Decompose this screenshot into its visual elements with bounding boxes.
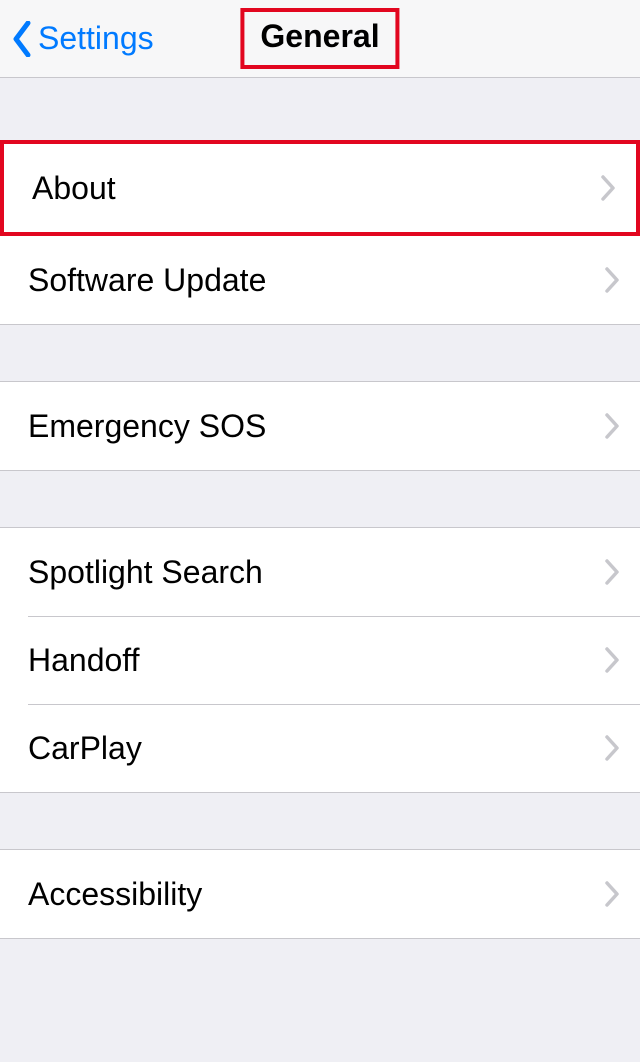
list-group: Spotlight Search Handoff CarPlay <box>0 527 640 793</box>
back-label: Settings <box>38 20 154 57</box>
row-about[interactable]: About <box>4 144 636 232</box>
row-spotlight-search[interactable]: Spotlight Search <box>0 528 640 616</box>
spacer <box>0 78 640 140</box>
row-carplay[interactable]: CarPlay <box>0 704 640 792</box>
chevron-right-icon <box>604 559 620 585</box>
row-label: Handoff <box>28 642 140 679</box>
row-label: Emergency SOS <box>28 408 266 445</box>
chevron-right-icon <box>600 175 616 201</box>
chevron-right-icon <box>604 647 620 673</box>
row-accessibility[interactable]: Accessibility <box>0 850 640 938</box>
row-highlight-about: About <box>0 140 640 236</box>
row-label: About <box>32 170 116 207</box>
row-handoff[interactable]: Handoff <box>0 616 640 704</box>
back-button[interactable]: Settings <box>0 20 154 57</box>
list-group: Software Update <box>0 236 640 325</box>
navbar: Settings General <box>0 0 640 78</box>
chevron-left-icon <box>12 21 32 57</box>
list-group: Emergency SOS <box>0 381 640 471</box>
row-software-update[interactable]: Software Update <box>0 236 640 324</box>
page-title: General <box>260 18 379 54</box>
row-label: Accessibility <box>28 876 202 913</box>
chevron-right-icon <box>604 881 620 907</box>
row-label: Software Update <box>28 262 266 299</box>
list-group: Accessibility <box>0 849 640 939</box>
chevron-right-icon <box>604 735 620 761</box>
row-emergency-sos[interactable]: Emergency SOS <box>0 382 640 470</box>
row-label: CarPlay <box>28 730 142 767</box>
title-highlight: General <box>240 8 399 69</box>
row-label: Spotlight Search <box>28 554 263 591</box>
chevron-right-icon <box>604 413 620 439</box>
chevron-right-icon <box>604 267 620 293</box>
list-group: About <box>4 144 636 232</box>
